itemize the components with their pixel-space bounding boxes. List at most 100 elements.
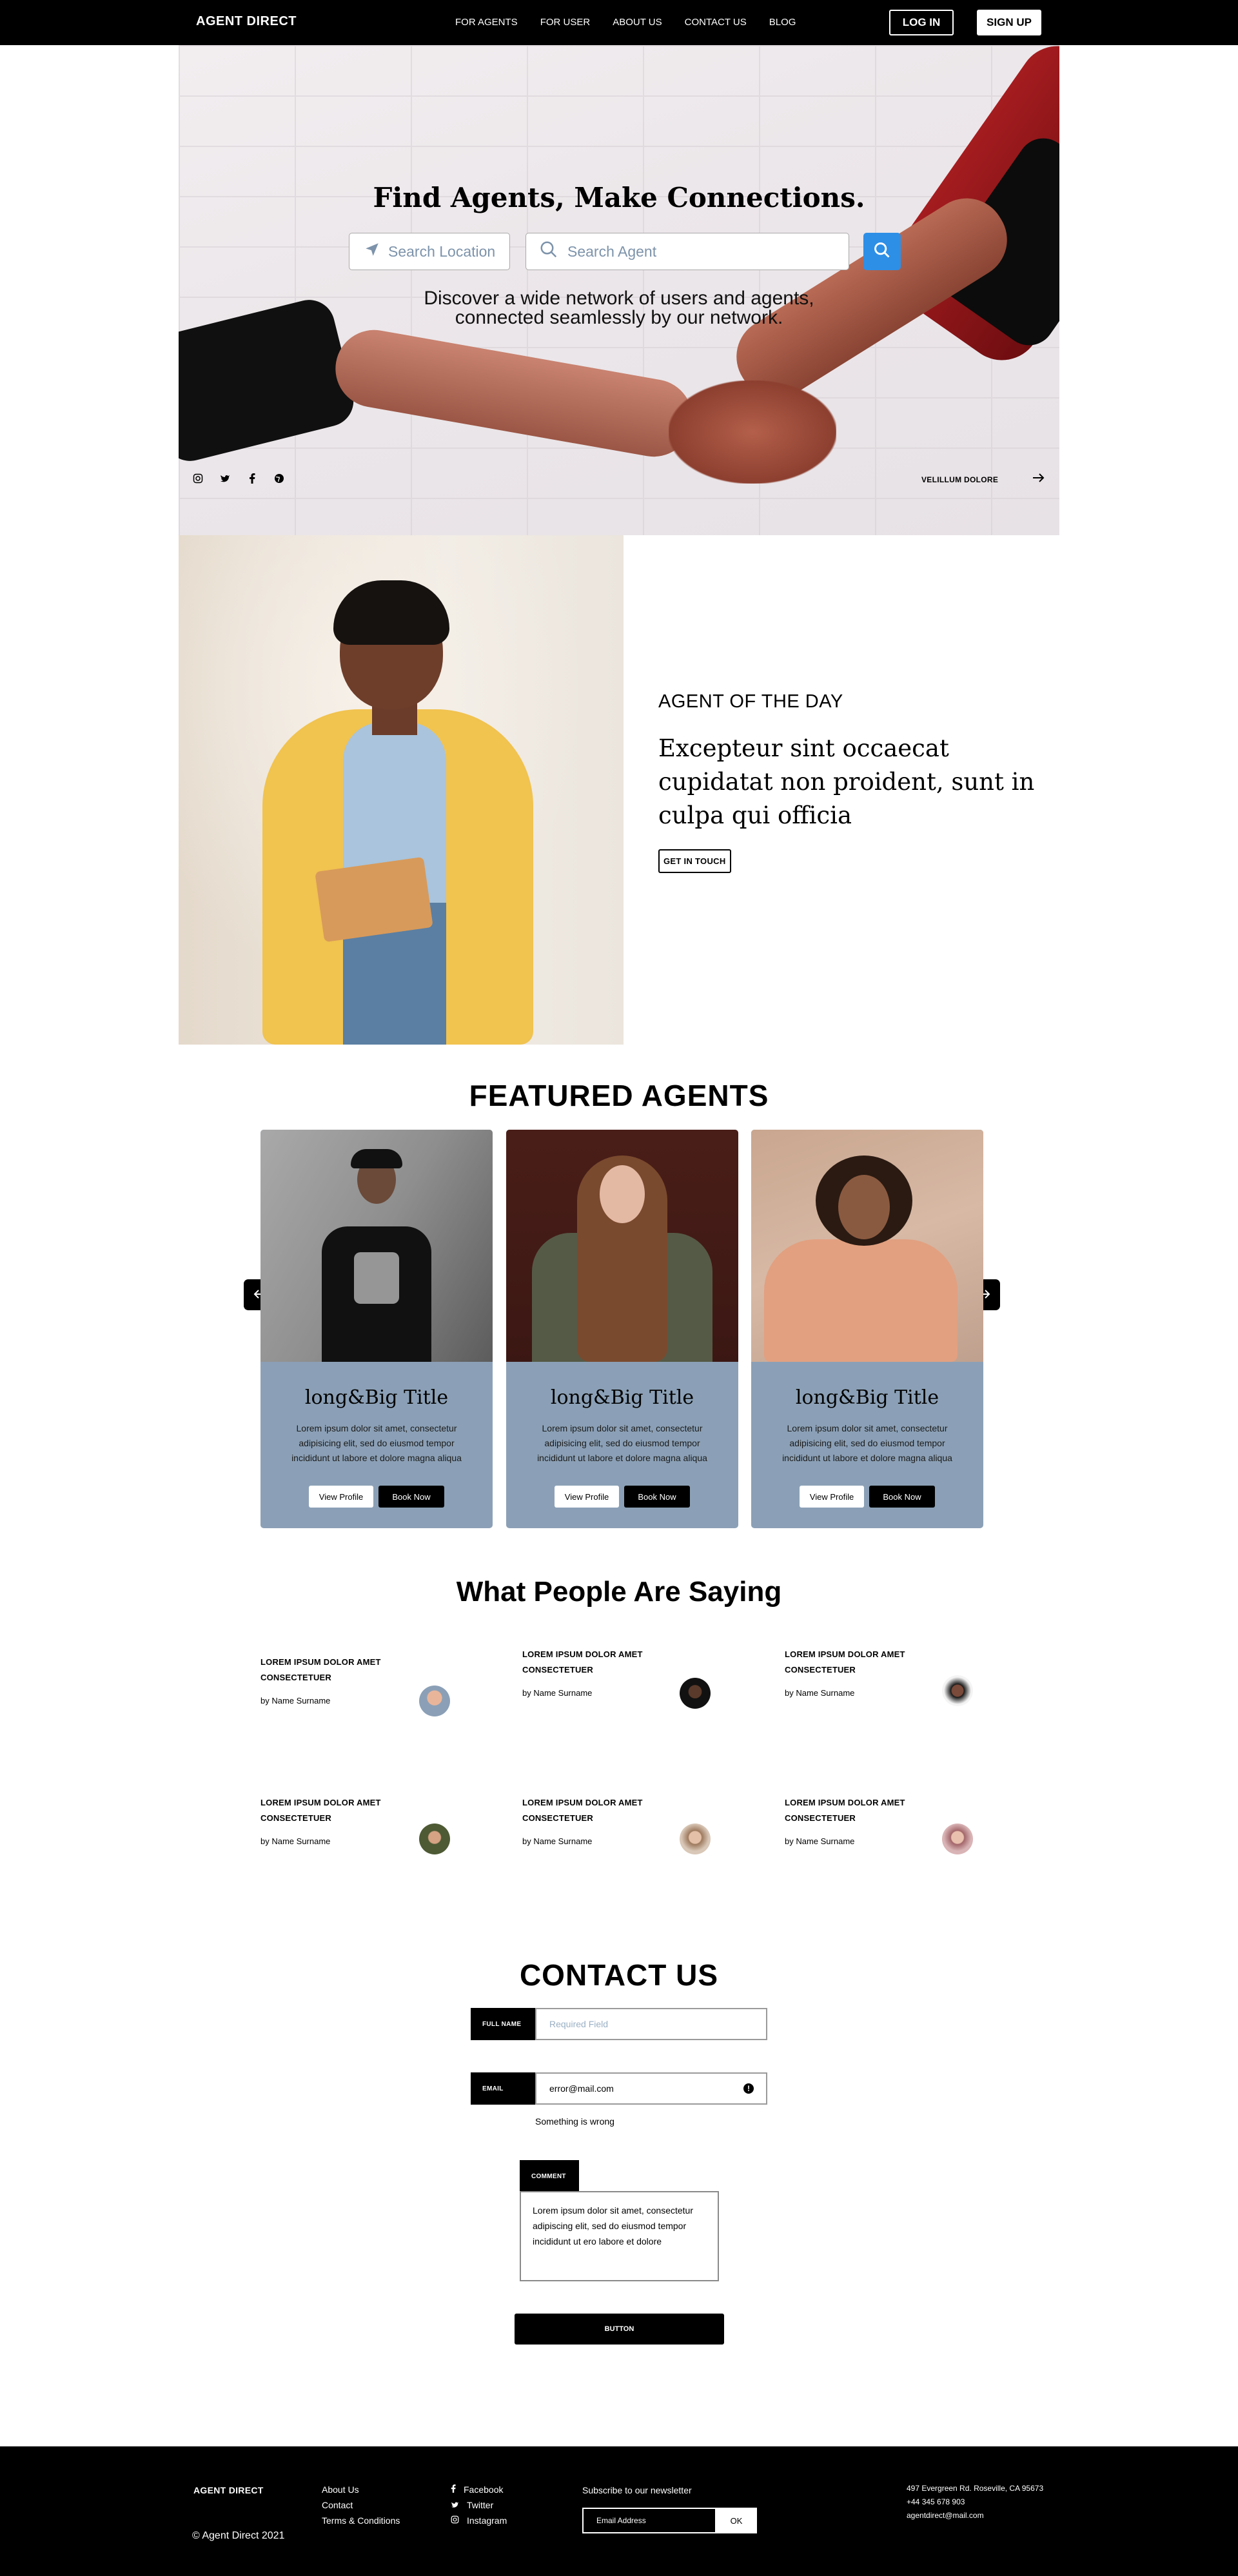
footer-link-about-us[interactable]: About Us	[322, 2482, 400, 2497]
hero-title: Find Agents, Make Connections.	[373, 182, 865, 213]
footer-contact-info: 497 Evergreen Rd. Roseville, CA 95673 +4…	[907, 2482, 1043, 2522]
agent-card-photo	[260, 1130, 493, 1362]
submit-button[interactable]: BUTTON	[515, 2314, 724, 2345]
email-input[interactable]: error@mail.com	[535, 2072, 767, 2105]
hero-social-links	[193, 473, 284, 484]
hero-image-handshake	[669, 380, 836, 484]
footer-social-facebook[interactable]: Facebook	[451, 2482, 507, 2497]
agent-card-title: long&Big Title	[304, 1386, 449, 1409]
testimonial-text-line-1: LOREM IPSUM DOLOR AMET	[260, 1657, 381, 1667]
agent-card-text: Lorem ipsum dolor sit amet, consectetur …	[782, 1423, 952, 1463]
location-arrow-icon	[364, 241, 380, 262]
testimonial-item: LOREM IPSUM DOLOR AMET CONSECTETUER by N…	[785, 1795, 973, 1854]
testimonial-text-line-1: LOREM IPSUM DOLOR AMET	[522, 1649, 643, 1659]
agent-photo-tablet	[315, 856, 433, 943]
agent-card-title: long&Big Title	[795, 1386, 939, 1409]
testimonial-text-line-1: LOREM IPSUM DOLOR AMET	[260, 1798, 381, 1807]
nav-link-blog[interactable]: BLOG	[769, 17, 796, 28]
book-now-button[interactable]: Book Now	[378, 1486, 444, 1508]
footer-social-instagram[interactable]: Instagram	[451, 2513, 507, 2528]
arrow-right-icon[interactable]	[1032, 472, 1045, 487]
agent-search-input[interactable]: Search Agent	[526, 233, 849, 270]
agent-card-photo	[506, 1130, 738, 1362]
testimonial-item: LOREM IPSUM DOLOR AMET CONSECTETUER by N…	[260, 1655, 450, 1716]
agent-card-text: Lorem ipsum dolor sit amet, consectetur …	[291, 1423, 462, 1463]
email-label: EMAIL	[471, 2072, 535, 2105]
testimonial-item: LOREM IPSUM DOLOR AMET CONSECTETUER by N…	[522, 1647, 711, 1709]
view-profile-button[interactable]: View Profile	[309, 1486, 373, 1508]
hero-banner: Find Agents, Make Connections. Search Lo…	[179, 45, 1059, 535]
testimonial-text-line-2: CONSECTETUER	[260, 1813, 332, 1823]
nav-link-for-user[interactable]: FOR USER	[540, 17, 591, 28]
email-error-message: Something is wrong	[535, 2116, 614, 2127]
footer-phone: +44 345 678 903	[907, 2497, 965, 2506]
location-search-input[interactable]: Search Location	[349, 233, 510, 270]
signup-button[interactable]: SIGN UP	[977, 10, 1041, 35]
view-profile-button[interactable]: View Profile	[555, 1486, 619, 1508]
view-profile-button[interactable]: View Profile	[800, 1486, 864, 1508]
login-button[interactable]: LOG IN	[889, 10, 954, 35]
brand-logo[interactable]: AGENT DIRECT	[196, 14, 297, 29]
search-icon	[873, 241, 891, 262]
agent-of-day-photo	[179, 535, 624, 1045]
globe-icon[interactable]	[274, 473, 284, 484]
comment-label: COMMENT	[520, 2160, 579, 2192]
location-search-placeholder: Search Location	[388, 242, 496, 260]
search-button[interactable]	[863, 233, 901, 270]
featured-agents-title: FEATURED AGENTS	[469, 1079, 769, 1112]
nav-link-about-us[interactable]: ABOUT US	[613, 17, 662, 28]
newsletter-email-input[interactable]: Email Address	[582, 2508, 716, 2533]
book-now-button[interactable]: Book Now	[869, 1486, 935, 1508]
twitter-icon[interactable]	[220, 473, 230, 484]
comment-textarea[interactable]: Lorem ipsum dolor sit amet, consectetur …	[520, 2191, 719, 2281]
hero-cta-link[interactable]: VELILLUM DOLORE	[921, 475, 998, 484]
testimonial-text-line-2: CONSECTETUER	[522, 1665, 594, 1675]
footer-social-twitter-label: Twitter	[467, 2500, 494, 2510]
avatar	[419, 1824, 450, 1854]
footer-brand[interactable]: AGENT DIRECT	[193, 2485, 264, 2495]
get-in-touch-button[interactable]: GET IN TOUCH	[658, 849, 731, 873]
hero-tagline: Discover a wide network of users and age…	[372, 289, 866, 328]
footer-social: Facebook Twitter Instagram	[451, 2482, 507, 2528]
instagram-icon	[451, 2513, 459, 2528]
newsletter-ok-button[interactable]: OK	[716, 2508, 757, 2533]
footer-social-twitter[interactable]: Twitter	[451, 2497, 507, 2513]
nav-link-for-agents[interactable]: FOR AGENTS	[455, 17, 518, 28]
comment-text-line-2: adipiscing elit, sed do eiusmod tempor	[533, 2221, 687, 2231]
full-name-input[interactable]: Required Field	[535, 2008, 767, 2040]
book-now-button[interactable]: Book Now	[624, 1486, 690, 1508]
agent-card: long&Big Title Lorem ipsum dolor sit ame…	[506, 1130, 738, 1528]
instagram-icon[interactable]	[193, 473, 203, 484]
agent-card-text: Lorem ipsum dolor sit amet, consectetur …	[537, 1423, 707, 1463]
footer-link-terms[interactable]: Terms & Conditions	[322, 2513, 400, 2528]
agent-card-photo	[751, 1130, 983, 1362]
footer-social-instagram-label: Instagram	[467, 2515, 507, 2526]
error-icon: !	[743, 2083, 754, 2094]
footer-links: About Us Contact Terms & Conditions	[322, 2482, 400, 2528]
avatar	[680, 1824, 711, 1854]
newsletter-heading: Subscribe to our newsletter	[582, 2485, 692, 2495]
facebook-icon[interactable]	[247, 473, 257, 484]
full-name-label: FULL NAME	[471, 2008, 535, 2040]
testimonial-item: LOREM IPSUM DOLOR AMET CONSECTETUER by N…	[785, 1647, 973, 1706]
agent-card: long&Big Title Lorem ipsum dolor sit ame…	[260, 1130, 493, 1528]
contact-us-title: CONTACT US	[519, 1958, 719, 1992]
agent-card-title: long&Big Title	[550, 1386, 694, 1409]
testimonial-text-line-2: CONSECTETUER	[260, 1673, 332, 1682]
nav-link-contact-us[interactable]: CONTACT US	[685, 17, 747, 28]
testimonial-item: LOREM IPSUM DOLOR AMET CONSECTETUER by N…	[260, 1795, 450, 1854]
nav-links: FOR AGENTS FOR USER ABOUT US CONTACT US …	[455, 17, 796, 28]
testimonial-item: LOREM IPSUM DOLOR AMET CONSECTETUER by N…	[522, 1795, 711, 1854]
footer-address: 497 Evergreen Rd. Roseville, CA 95673	[907, 2484, 1044, 2493]
agent-of-day-quote: Excepteur sint occaecat cupidatat non pr…	[658, 734, 1035, 829]
agent-card: long&Big Title Lorem ipsum dolor sit ame…	[751, 1130, 983, 1528]
footer-social-facebook-label: Facebook	[464, 2484, 504, 2495]
testimonial-text-line-1: LOREM IPSUM DOLOR AMET	[522, 1798, 643, 1807]
facebook-icon	[451, 2482, 456, 2497]
footer-email[interactable]: agentdirect@mail.com	[907, 2509, 1043, 2522]
hero-tagline-line-2: connected seamlessly by our network.	[455, 307, 783, 328]
agent-of-day-content: AGENT OF THE DAY Excepteur sint occaecat…	[658, 691, 1045, 873]
testimonial-text-line-1: LOREM IPSUM DOLOR AMET	[785, 1649, 905, 1659]
footer: AGENT DIRECT © Agent Direct 2021 About U…	[0, 2446, 1238, 2576]
footer-link-contact[interactable]: Contact	[322, 2497, 400, 2513]
